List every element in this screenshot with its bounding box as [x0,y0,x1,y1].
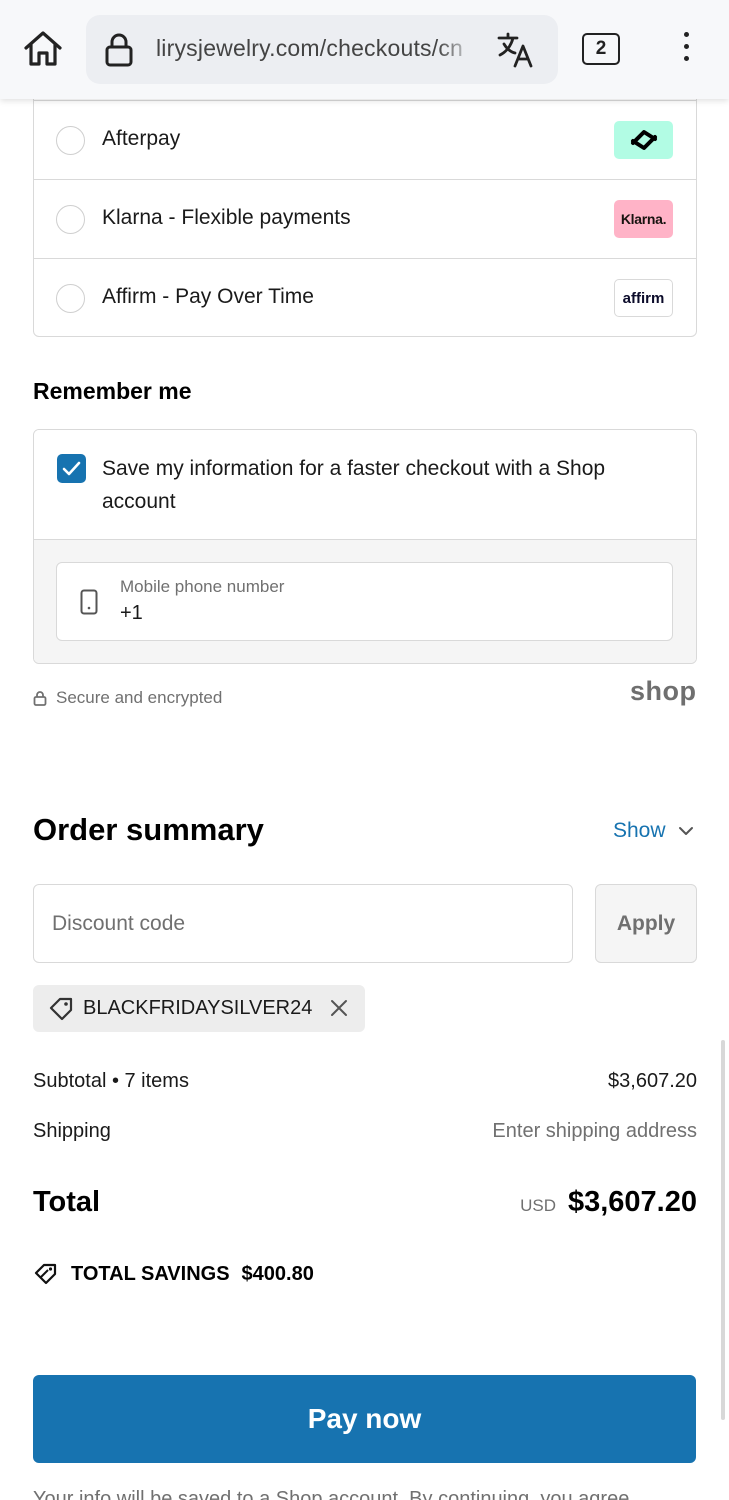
lock-icon [33,691,47,706]
pay-now-button[interactable]: Pay now [33,1375,696,1463]
total-amount: USD $3,607.20 [520,1186,697,1219]
translate-icon[interactable] [496,30,536,75]
scrollbar[interactable] [721,1040,725,1420]
payment-option-label: Klarna - Flexible payments [102,206,351,229]
mobile-phone-field[interactable]: Mobile phone number +1 [56,562,673,641]
shipping-label: Shipping [33,1120,111,1142]
save-info-checkbox[interactable] [57,454,86,483]
address-bar[interactable]: lirysjewelry.com/checkouts/cn [86,15,558,84]
currency-code: USD [520,1196,556,1215]
tag-icon [48,996,74,1027]
savings-label: TOTAL SAVINGS [71,1262,230,1285]
applied-discount-chip: BLACKFRIDAYSILVER24 [33,985,365,1032]
remember-me-heading: Remember me [33,378,192,404]
order-summary-heading: Order summary [33,812,264,847]
subtotal-row: Subtotal • 7 items $3,607.20 [33,1070,697,1093]
total-label: Total [33,1186,101,1218]
payment-option-label: Afterpay [102,127,181,150]
show-summary-label: Show [613,819,666,842]
payment-option-label: Affirm - Pay Over Time [102,285,314,308]
mobile-phone-value[interactable]: +1 [120,602,143,625]
secure-notice: Secure and encrypted [33,688,222,708]
home-icon[interactable] [20,26,66,72]
radio-button[interactable] [56,126,85,155]
more-menu-icon[interactable] [676,32,696,68]
url-text[interactable]: lirysjewelry.com/checkouts/cn [156,35,476,65]
total-savings: TOTAL SAVINGS $400.80 [33,1262,314,1286]
show-summary-toggle[interactable]: Show [613,819,694,843]
affirm-logo: affirm [614,279,673,317]
mobile-phone-icon [80,589,98,620]
radio-button[interactable] [56,284,85,313]
shop-account-disclaimer: Your info will be saved to a Shop accoun… [33,1488,630,1500]
klarna-logo: Klarna. [614,200,673,238]
applied-discount-code: BLACKFRIDAYSILVER24 [83,997,313,1019]
save-info-option[interactable]: Save my information for a faster checkou… [34,430,696,540]
lock-icon [104,33,134,72]
subtotal-label: Subtotal • 7 items [33,1070,189,1092]
subtotal-value: $3,607.20 [608,1070,697,1092]
savings-tag-icon [34,1263,57,1285]
save-info-label: Save my information for a faster checkou… [102,457,606,513]
shipping-value: Enter shipping address [492,1120,697,1142]
shipping-row: Shipping Enter shipping address [33,1120,697,1143]
remember-me-box: Save my information for a faster checkou… [33,429,697,664]
mobile-phone-label: Mobile phone number [120,577,285,596]
payment-method-list: Afterpay Klarna - Flexible payments Klar… [33,70,697,337]
afterpay-logo [614,121,673,159]
shop-logo: shop [630,676,697,706]
payment-option-afterpay[interactable]: Afterpay [34,100,696,179]
tab-switcher-button[interactable]: 2 [582,33,620,65]
apply-discount-button[interactable]: Apply [595,884,697,963]
remove-discount-icon[interactable] [330,999,348,1022]
chevron-down-icon [678,827,693,835]
payment-option-klarna[interactable]: Klarna - Flexible payments Klarna. [34,179,696,258]
total-value: $3,607.20 [567,1186,697,1218]
radio-button[interactable] [56,205,85,234]
discount-code-input[interactable]: Discount code [33,884,573,963]
savings-value: $400.80 [241,1262,314,1285]
browser-toolbar: lirysjewelry.com/checkouts/cn 2 [0,0,729,99]
payment-option-affirm[interactable]: Affirm - Pay Over Time affirm [34,258,696,337]
secure-text: Secure and encrypted [56,688,223,707]
phone-section: Mobile phone number +1 [34,540,696,663]
